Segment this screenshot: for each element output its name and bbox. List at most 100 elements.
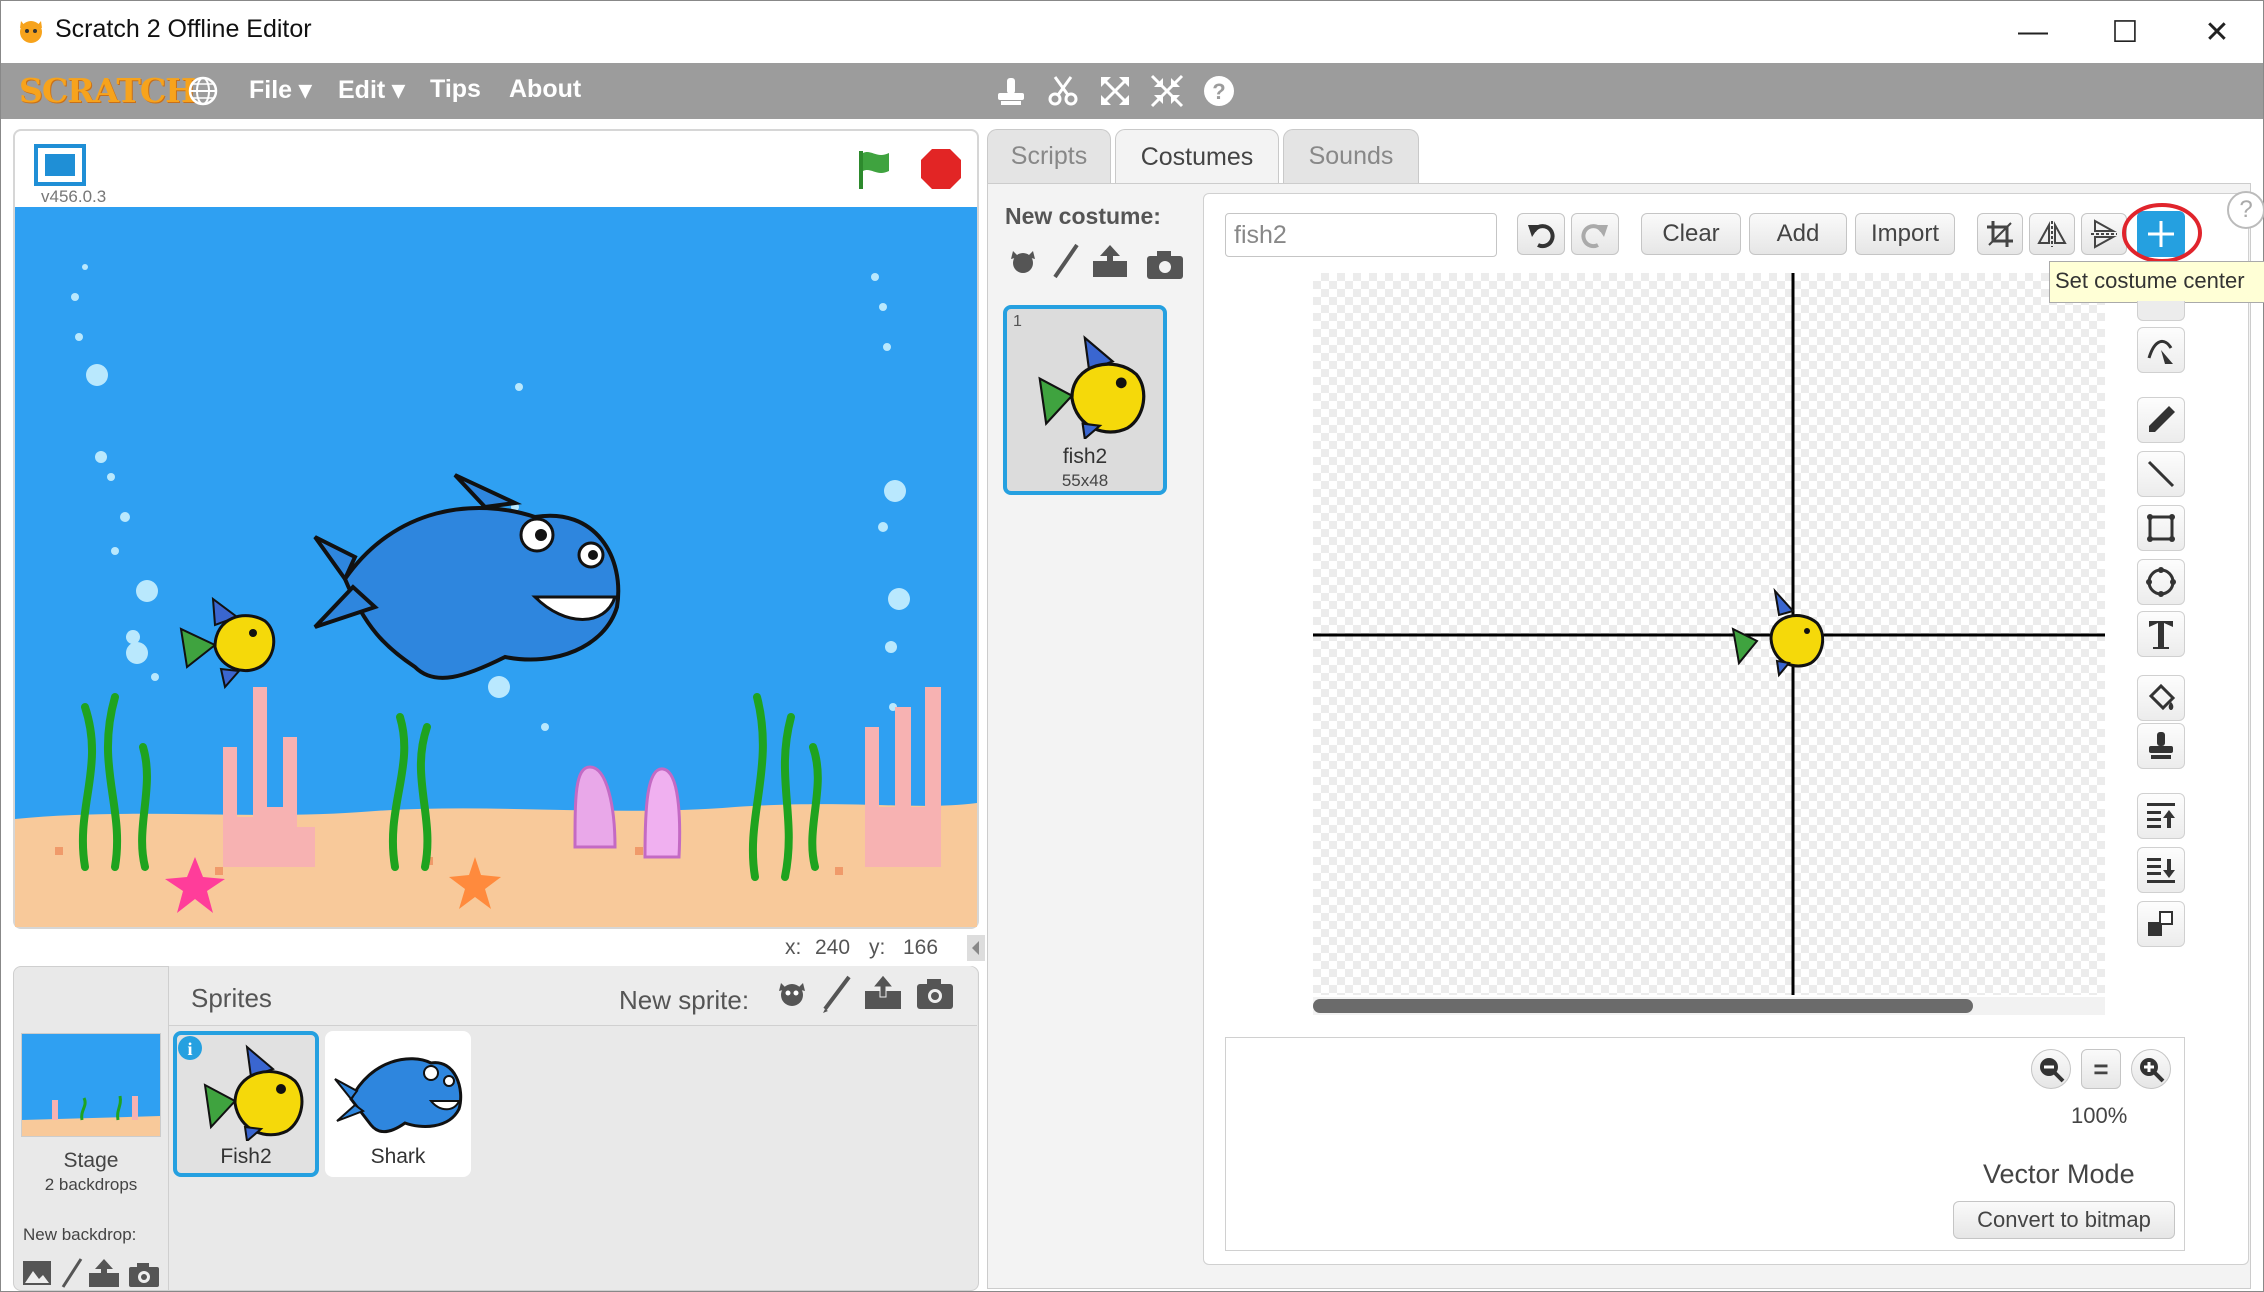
upload-costume-icon[interactable]	[1091, 243, 1129, 281]
new-sprite-label: New sprite:	[619, 985, 750, 1015]
camera-sprite-icon[interactable]	[915, 977, 955, 1011]
grow-arrows-icon[interactable]	[1097, 73, 1133, 109]
line-tool[interactable]	[2137, 451, 2185, 497]
camera-backdrop-icon[interactable]	[127, 1261, 161, 1289]
zoom-in-button[interactable]	[2131, 1049, 2171, 1089]
globe-icon[interactable]	[187, 75, 219, 107]
fill-tool[interactable]	[2137, 675, 2185, 721]
zoom-in-icon	[2140, 1058, 2165, 1083]
new-costume-label: New costume:	[1005, 203, 1161, 229]
ellipse-icon	[2146, 567, 2176, 597]
green-flag-icon[interactable]	[853, 147, 897, 191]
bring-forward-tool[interactable]	[2137, 793, 2185, 839]
flip-horizontal-button[interactable]	[2029, 213, 2075, 255]
zoom-level: 100%	[2071, 1103, 2128, 1128]
import-button[interactable]: Import	[1855, 213, 1955, 255]
sprites-header-title: Sprites	[191, 983, 272, 1013]
underwater-backdrop	[15, 264, 977, 927]
pencil-tool[interactable]	[2137, 397, 2185, 443]
zoom-out-icon	[2040, 1058, 2065, 1083]
costume-library-icon[interactable]	[1005, 241, 1041, 281]
sprite-name: Shark	[370, 1145, 426, 1168]
zoom-reset-button[interactable]: =	[2081, 1049, 2121, 1089]
stamp-tool[interactable]	[2137, 723, 2185, 769]
mode-label: Vector Mode	[1983, 1159, 2135, 1189]
stop-sign-icon[interactable]	[919, 147, 963, 191]
highlight-circle	[2122, 203, 2202, 263]
duplicate-stamp-icon[interactable]	[993, 73, 1029, 109]
group-tool[interactable]	[2137, 901, 2185, 947]
pencil-icon	[2149, 406, 2175, 432]
paint-canvas[interactable]	[1313, 273, 2105, 995]
new-backdrop-label: New backdrop:	[23, 1225, 137, 1244]
x-coord-value: 240	[815, 936, 851, 959]
undo-icon	[1528, 224, 1555, 249]
help-button[interactable]: ?	[2227, 191, 2264, 229]
costume-size: 55x48	[1061, 471, 1109, 490]
add-button[interactable]: Add	[1749, 213, 1847, 255]
menu-edit[interactable]: Edit ▾	[338, 75, 405, 105]
fish2-thumbnail	[203, 1044, 304, 1141]
maximize-button[interactable]: ☐	[2079, 1, 2171, 63]
costume-card-fish2[interactable]: 1 fish2 55x48	[1003, 305, 1167, 495]
tab-sounds[interactable]: Sounds	[1283, 129, 1419, 183]
fish-sprite-on-stage	[179, 596, 276, 690]
reshape-tool[interactable]	[2137, 327, 2185, 373]
minimize-button[interactable]: —	[1987, 1, 2079, 63]
line-icon	[2147, 460, 2175, 488]
upload-sprite-icon[interactable]	[863, 973, 903, 1013]
upload-backdrop-icon[interactable]	[87, 1257, 121, 1289]
stage-canvas[interactable]	[15, 207, 977, 927]
stage-thumbnail[interactable]	[21, 1033, 161, 1137]
select-tool-partial[interactable]	[2137, 301, 2185, 321]
paint-new-sprite-icon[interactable]	[819, 971, 853, 1015]
close-button[interactable]: ✕	[2171, 1, 2263, 63]
collapse-stage-arrow-icon[interactable]	[967, 935, 985, 961]
flip-horizontal-icon	[2037, 221, 2067, 247]
paint-backdrop-icon[interactable]	[59, 1257, 83, 1289]
camera-costume-icon[interactable]	[1145, 249, 1185, 281]
presentation-mode-icon[interactable]	[33, 143, 87, 187]
sprite-card-fish2[interactable]: i Fish2	[173, 1031, 319, 1177]
backdrop-library-icon[interactable]	[21, 1259, 53, 1287]
svg-text:i: i	[187, 1039, 192, 1059]
shrink-arrows-icon[interactable]	[1149, 73, 1185, 109]
menu-bar: SCRATCH File ▾ Edit ▾ Tips About ?	[1, 63, 2263, 119]
cut-scissors-icon[interactable]	[1045, 73, 1081, 109]
redo-button[interactable]	[1571, 213, 1619, 255]
horizontal-scroll-thumb[interactable]	[1313, 999, 1973, 1013]
sprite-library-icon[interactable]	[773, 971, 811, 1015]
costume-thumbnail	[1038, 335, 1146, 439]
clear-button[interactable]: Clear	[1641, 213, 1741, 255]
scratch-logo[interactable]: SCRATCH	[19, 71, 196, 110]
flip-vertical-icon	[2091, 219, 2117, 249]
sprite-card-shark[interactable]: Shark	[325, 1031, 471, 1177]
menu-tips[interactable]: Tips	[430, 75, 481, 104]
send-backward-tool[interactable]	[2137, 847, 2185, 893]
rectangle-tool[interactable]	[2137, 505, 2185, 551]
crop-button[interactable]	[1977, 213, 2023, 255]
menu-file[interactable]: File ▾	[249, 75, 312, 105]
convert-to-bitmap-button[interactable]: Convert to bitmap	[1953, 1201, 2175, 1239]
ellipse-tool[interactable]	[2137, 559, 2185, 605]
tab-costumes[interactable]: Costumes	[1115, 129, 1279, 185]
crop-icon	[1987, 221, 2013, 247]
stage-label: Stage	[63, 1149, 119, 1172]
shark-sprite-on-stage	[313, 473, 621, 680]
text-tool[interactable]	[2137, 611, 2185, 657]
menu-about[interactable]: About	[509, 75, 581, 104]
send-to-back-icon	[2147, 858, 2175, 883]
version-label: v456.0.3	[41, 187, 107, 206]
zoom-out-button[interactable]	[2031, 1049, 2071, 1089]
paint-new-costume-icon[interactable]	[1049, 241, 1081, 281]
undo-button[interactable]	[1517, 213, 1565, 255]
tab-scripts[interactable]: Scripts	[987, 129, 1111, 183]
redo-icon	[1581, 224, 1608, 249]
app-window: Scratch 2 Offline Editor — ☐ ✕ SCRATCH F…	[0, 0, 2264, 1292]
costume-name-input[interactable]	[1225, 213, 1497, 257]
help-question-icon[interactable]: ?	[1201, 73, 1237, 109]
center-crosshair	[1313, 273, 2105, 995]
costume-index: 1	[1013, 313, 1022, 330]
x-coord-label: x:	[785, 936, 802, 959]
sprite-name: Fish2	[220, 1145, 272, 1168]
